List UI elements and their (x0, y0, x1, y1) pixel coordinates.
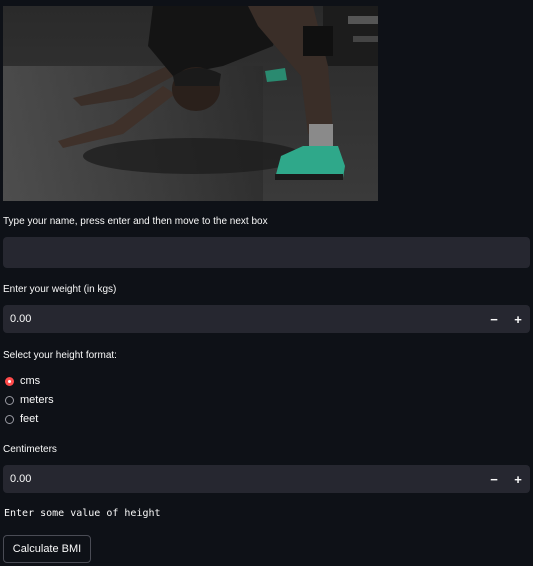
height-warning-message: Enter some value of height (4, 508, 161, 519)
radio-label-meters: meters (20, 394, 54, 406)
radio-label-cms: cms (20, 375, 41, 387)
name-field-label: Type your name, press enter and then mov… (3, 216, 268, 227)
weight-decrement-button[interactable]: − (482, 305, 506, 333)
radio-option-cms[interactable]: cms (5, 375, 40, 387)
height-increment-button[interactable]: + (506, 465, 530, 493)
radio-option-meters[interactable]: meters (5, 394, 54, 406)
weight-field-label: Enter your weight (in kgs) (3, 284, 117, 295)
radio-option-feet[interactable]: feet (5, 413, 38, 425)
radio-unselected-icon[interactable] (5, 395, 14, 405)
radio-selected-icon[interactable] (5, 376, 14, 386)
person-stretching-photo (3, 6, 378, 201)
weight-number-input[interactable]: 0.00 − + (3, 305, 530, 333)
name-input[interactable] (3, 237, 530, 268)
height-field-label: Centimeters (3, 444, 57, 455)
height-decrement-button[interactable]: − (482, 465, 506, 493)
height-format-label: Select your height format: (3, 350, 117, 361)
height-value[interactable]: 0.00 (3, 473, 482, 485)
hero-image (3, 6, 378, 201)
bmi-app-page: Type your name, press enter and then mov… (0, 0, 533, 566)
calculate-bmi-button[interactable]: Calculate BMI (3, 535, 91, 563)
weight-value[interactable]: 0.00 (3, 313, 482, 325)
weight-increment-button[interactable]: + (506, 305, 530, 333)
height-number-input[interactable]: 0.00 − + (3, 465, 530, 493)
radio-label-feet: feet (20, 413, 39, 425)
radio-unselected-icon[interactable] (5, 414, 14, 424)
